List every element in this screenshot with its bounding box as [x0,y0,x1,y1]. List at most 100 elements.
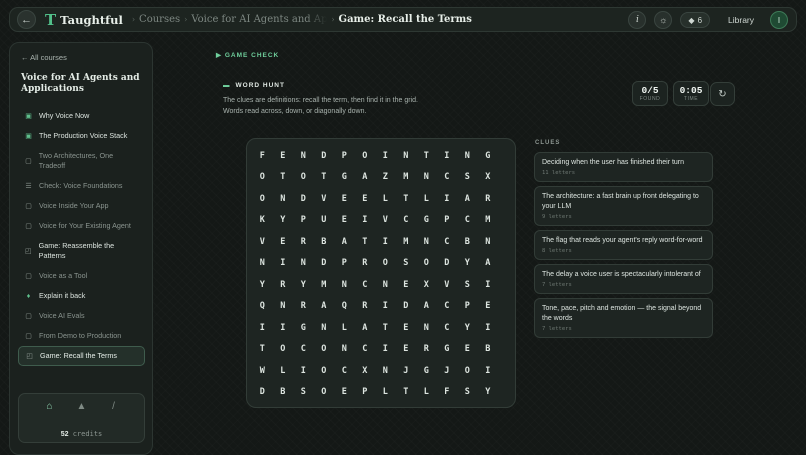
grid-cell[interactable]: N [273,188,294,210]
grid-cell[interactable]: P [334,253,355,275]
grid-cell[interactable]: R [293,296,314,318]
grid-cell[interactable]: O [252,167,273,189]
grid-cell[interactable]: P [355,382,376,404]
grid-cell[interactable]: N [293,145,314,167]
grid-cell[interactable]: E [478,296,499,318]
grid-cell[interactable]: T [416,145,437,167]
grid-cell[interactable]: S [396,253,417,275]
sidebar-item-why-voice-now[interactable]: ▣ Why Voice Now [18,106,145,126]
sidebar-item-check-voice-foundations[interactable]: ☰ Check: Voice Foundations [18,176,145,196]
grid-cell[interactable]: R [355,296,376,318]
grid-cell[interactable]: R [416,339,437,361]
grid-cell[interactable]: C [437,296,458,318]
sidebar-item-production-voice-stack[interactable]: ▣ The Production Voice Stack [18,126,145,146]
back-button[interactable]: ← [17,10,36,29]
grid-cell[interactable]: N [375,274,396,296]
grid-cell[interactable]: D [437,253,458,275]
grid-cell[interactable]: I [252,317,273,339]
grid-cell[interactable]: D [293,188,314,210]
grid-cell[interactable]: E [334,188,355,210]
grid-cell[interactable]: N [478,231,499,253]
grid-cell[interactable]: G [293,317,314,339]
sidebar-item-explain-it-back[interactable]: ♦ Explain it back [18,286,145,306]
grid-cell[interactable]: G [334,167,355,189]
grid-cell[interactable]: I [375,145,396,167]
grid-cell[interactable]: S [457,382,478,404]
grid-cell[interactable]: N [416,231,437,253]
grid-cell[interactable]: E [334,382,355,404]
grid-cell[interactable]: F [437,382,458,404]
grid-cell[interactable]: S [457,274,478,296]
grid-cell[interactable]: I [478,360,499,382]
grid-cell[interactable]: E [396,317,417,339]
grid-cell[interactable]: D [396,296,417,318]
grid-cell[interactable]: E [396,274,417,296]
library-link[interactable]: Library [728,15,754,25]
grid-cell[interactable]: V [314,188,335,210]
grid-cell[interactable]: O [416,253,437,275]
grid-cell[interactable]: M [478,210,499,232]
sidebar-item-game-reassemble[interactable]: ◰ Game: Reassemble the Patterns [18,236,145,266]
grid-cell[interactable]: P [334,145,355,167]
grid-cell[interactable]: B [478,339,499,361]
grid-cell[interactable]: C [293,339,314,361]
grid-cell[interactable]: X [355,360,376,382]
grid-cell[interactable]: L [416,188,437,210]
grid-cell[interactable]: O [252,188,273,210]
grid-cell[interactable]: C [437,317,458,339]
grid-cell[interactable]: D [314,145,335,167]
grid-cell[interactable]: G [437,339,458,361]
grid-cell[interactable]: B [273,382,294,404]
grid-cell[interactable]: I [273,253,294,275]
grid-cell[interactable]: O [314,382,335,404]
grid-cell[interactable]: T [396,188,417,210]
grid-cell[interactable]: O [375,253,396,275]
avatar[interactable]: I [770,11,788,29]
grid-cell[interactable]: R [355,253,376,275]
grid-cell[interactable]: R [273,274,294,296]
grid-cell[interactable]: Z [375,167,396,189]
grid-cell[interactable]: Y [457,253,478,275]
grid-cell[interactable]: C [396,210,417,232]
grid-cell[interactable]: L [416,382,437,404]
logo[interactable]: T Taughtful [45,11,123,29]
grid-cell[interactable]: I [355,210,376,232]
grid-cell[interactable]: E [355,188,376,210]
grid-cell[interactable]: C [355,274,376,296]
grid-cell[interactable]: N [334,274,355,296]
grid-cell[interactable]: N [252,253,273,275]
grid-cell[interactable]: Y [273,210,294,232]
grid-cell[interactable]: J [437,360,458,382]
grid-cell[interactable]: L [273,360,294,382]
grid-cell[interactable]: O [273,339,294,361]
grid-cell[interactable]: B [457,231,478,253]
grid-cell[interactable]: T [375,317,396,339]
grid-cell[interactable]: O [293,167,314,189]
grid-cell[interactable]: Q [334,296,355,318]
grid-cell[interactable]: G [416,210,437,232]
grid-cell[interactable]: I [375,296,396,318]
grid-cell[interactable]: A [355,317,376,339]
grid-cell[interactable]: A [457,188,478,210]
grid-cell[interactable]: V [375,210,396,232]
grid-cell[interactable]: G [416,360,437,382]
grid-cell[interactable]: Y [293,274,314,296]
sidebar-item-voice-ai-evals[interactable]: ▢ Voice AI Evals [18,306,145,326]
grid-cell[interactable]: T [314,167,335,189]
grid-cell[interactable]: O [314,360,335,382]
grid-cell[interactable]: A [416,296,437,318]
grid-cell[interactable]: T [396,382,417,404]
grid-cell[interactable]: X [416,274,437,296]
grid-cell[interactable]: K [252,210,273,232]
grid-cell[interactable]: N [293,253,314,275]
grid-cell[interactable]: L [334,317,355,339]
grid-cell[interactable]: V [437,274,458,296]
grid-cell[interactable]: I [375,339,396,361]
breadcrumb-course[interactable]: Voice for AI Agents and Applications [191,14,327,25]
grid-cell[interactable]: T [355,231,376,253]
grid-cell[interactable]: P [457,296,478,318]
grid-cell[interactable]: M [396,231,417,253]
grid-cell[interactable]: A [334,231,355,253]
grid-cell[interactable]: J [396,360,417,382]
grid-cell[interactable]: E [273,145,294,167]
